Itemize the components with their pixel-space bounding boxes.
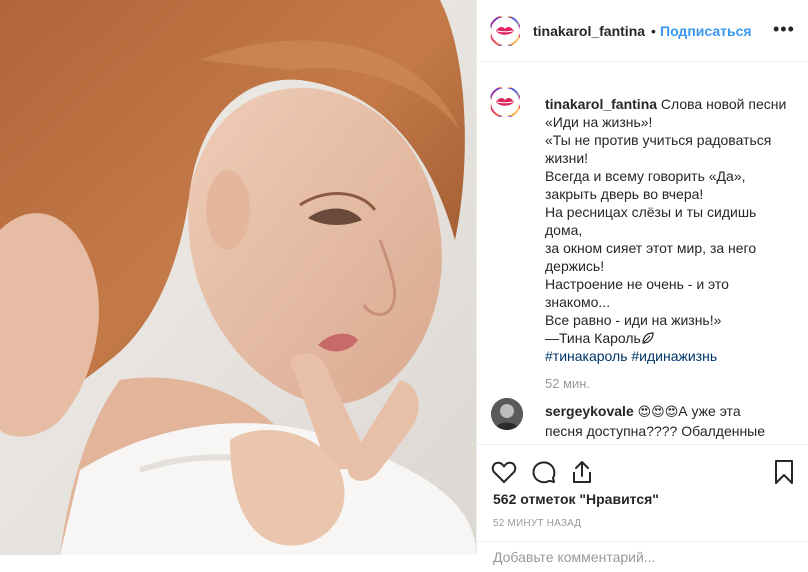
lips-icon xyxy=(496,26,514,35)
post-caption: tinakarol_fantina Слова новой песни «Иди… xyxy=(545,95,795,365)
author-username[interactable]: tinakarol_fantina xyxy=(533,23,645,39)
heart-eyes-emoji: 😍😍😍 xyxy=(637,405,679,420)
add-comment-bar[interactable]: Добавьте комментарий... xyxy=(477,541,808,572)
comments-list[interactable]: tinakarol_fantina Слова новой песни «Иди… xyxy=(477,62,808,444)
caption-line: Все равно - иди на жизнь!» xyxy=(545,312,722,328)
caption-hashtags[interactable]: #тинакароль #идинажизнь xyxy=(545,347,795,365)
caption-line: жизни! xyxy=(545,150,589,166)
caption-line: дома, xyxy=(545,222,583,238)
person-avatar-image xyxy=(491,398,523,430)
caption-line: закрыть дверь во вчера! xyxy=(545,186,704,202)
caption-line: На ресницах слёзы и ты сидишь xyxy=(545,204,757,220)
caption-line: «Ты не против учиться радоваться xyxy=(545,132,772,148)
author-avatar[interactable] xyxy=(489,15,521,47)
comment-icon[interactable] xyxy=(531,459,557,485)
caption-line: «Иди на жизнь»! xyxy=(545,114,653,130)
caption-line: знакомо... xyxy=(545,294,611,310)
share-icon[interactable] xyxy=(569,459,595,485)
caption-line: Настроение не очень - и это xyxy=(545,276,729,292)
separator-dot: • xyxy=(651,23,656,39)
comment-text: песня доступна???? Обалденные xyxy=(545,423,766,439)
post-actions: 562 отметок "Нравится" 52 минут назад До… xyxy=(477,444,808,565)
likes-count[interactable]: 562 отметок "Нравится" xyxy=(493,491,659,507)
commenter-avatar[interactable] xyxy=(491,398,523,430)
comment-item: sergeykovale 😍😍😍А уже эта песня доступна… xyxy=(545,402,795,440)
leaf-icon xyxy=(642,332,654,344)
caption-line: держись! xyxy=(545,258,605,274)
caption-line: за окном сияет этот мир, за него xyxy=(545,240,757,256)
post-photo[interactable] xyxy=(0,0,476,555)
comment-username[interactable]: sergeykovale xyxy=(545,403,634,419)
caption-line: Всегда и всему говорить «Да», xyxy=(545,168,746,184)
post-side-panel: tinakarol_fantina • Подписаться ••• tina… xyxy=(476,0,808,565)
bookmark-icon[interactable] xyxy=(771,459,797,485)
add-comment-input[interactable]: Добавьте комментарий... xyxy=(493,549,655,565)
post-timestamp[interactable]: 52 минут назад xyxy=(493,518,581,529)
caption-timestamp[interactable]: 52 мин. xyxy=(545,376,590,391)
follow-button[interactable]: Подписаться xyxy=(660,23,752,39)
caption-signature: —Тина Кароль xyxy=(545,329,795,347)
lips-icon xyxy=(496,97,514,106)
caption-author-avatar[interactable] xyxy=(489,86,521,118)
heart-icon[interactable] xyxy=(491,459,517,485)
caption-line: —Тина Кароль xyxy=(545,330,641,346)
more-options-icon[interactable]: ••• xyxy=(773,20,795,38)
portrait-image xyxy=(0,0,476,555)
comment-text: А уже эта xyxy=(678,403,741,419)
caption-line: Слова новой песни xyxy=(660,96,787,112)
caption-username[interactable]: tinakarol_fantina xyxy=(545,96,657,112)
post-header: tinakarol_fantina • Подписаться ••• xyxy=(477,0,808,62)
